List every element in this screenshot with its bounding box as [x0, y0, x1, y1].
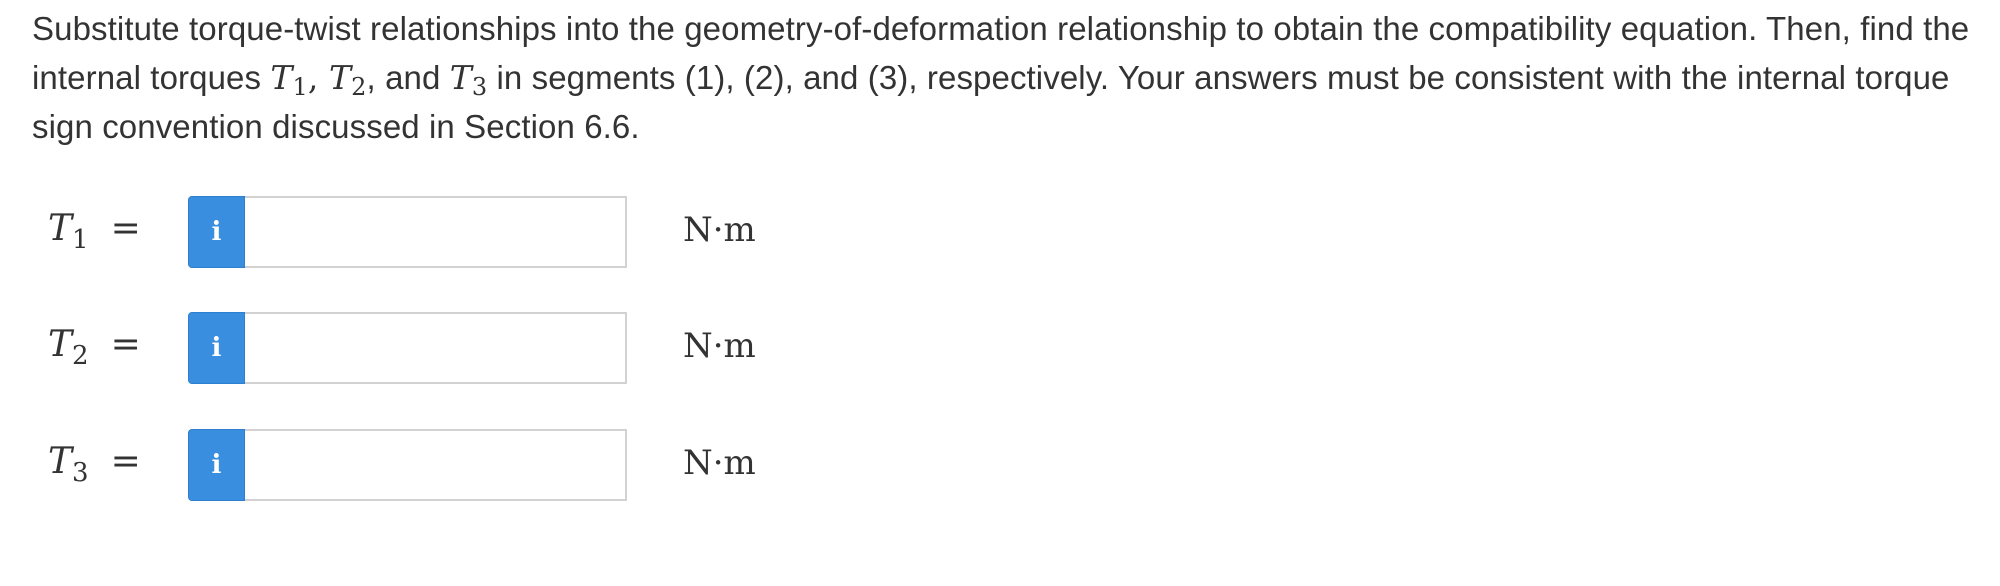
info-icon[interactable]: i — [188, 429, 245, 501]
t3-unit: N·m — [683, 443, 756, 483]
t3-label: T3 = — [48, 441, 141, 488]
t3-answer-input[interactable] — [245, 429, 627, 501]
info-icon[interactable]: i — [188, 196, 245, 268]
and-text: , and — [366, 59, 450, 96]
t3-symbol: T3 — [449, 58, 488, 101]
question-prompt: Substitute torque-twist relationships in… — [32, 4, 1992, 151]
t2-answer-input[interactable] — [245, 312, 627, 384]
info-icon[interactable]: i — [188, 312, 245, 384]
t2-unit: N·m — [683, 326, 756, 366]
answer-row-t3: T3 = i N·m — [0, 429, 900, 503]
t2-symbol: T2 — [329, 58, 367, 101]
answer-row-t1: T1 = i N·m — [0, 196, 900, 270]
t1-label: T1 = — [48, 208, 141, 255]
t1-answer-input[interactable] — [245, 196, 627, 268]
t1-symbol: T1 — [270, 58, 308, 101]
answer-row-t2: T2 = i N·m — [0, 312, 900, 386]
t1-unit: N·m — [683, 210, 756, 250]
comma-separator: , — [307, 58, 330, 97]
t2-label: T2 = — [48, 324, 141, 371]
